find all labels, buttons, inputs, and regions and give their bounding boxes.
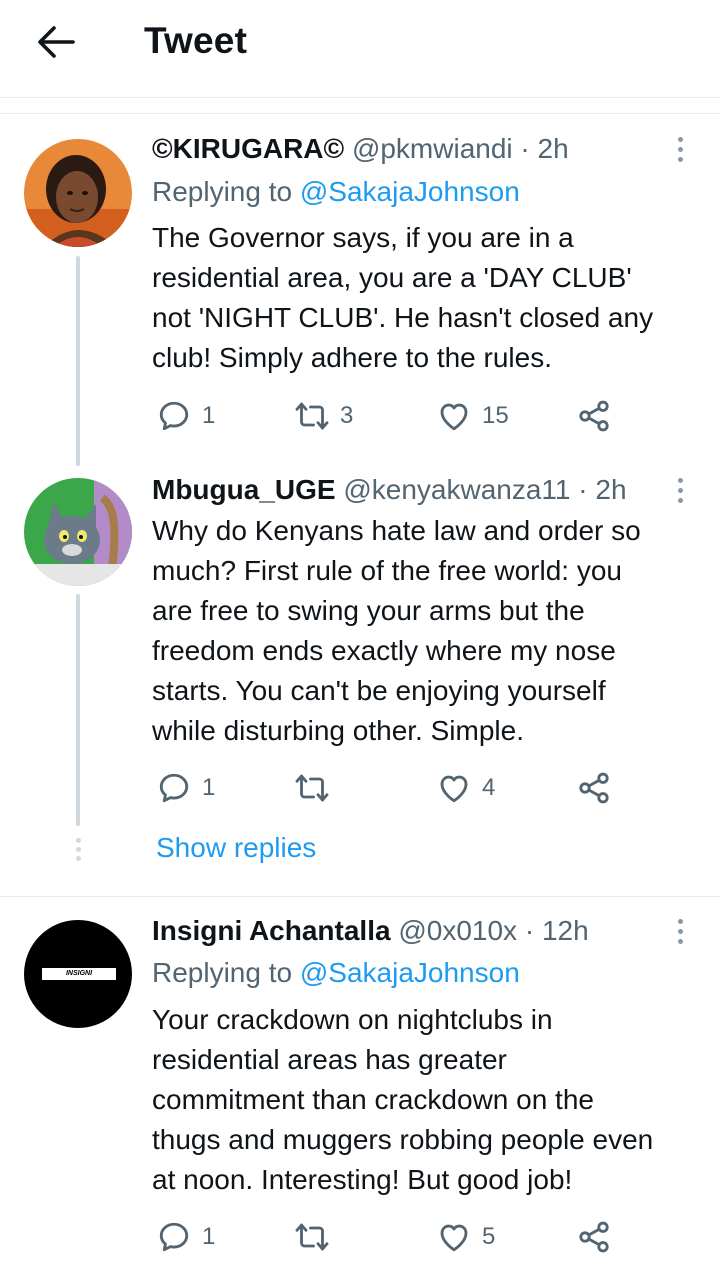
replying-to: Replying to @SakajaJohnson xyxy=(152,956,520,990)
reply-button[interactable]: 1 xyxy=(156,396,215,436)
heart-icon xyxy=(440,775,468,803)
reply-count: 1 xyxy=(202,402,216,429)
username[interactable]: @0x010x xyxy=(398,915,517,946)
more-options-button[interactable] xyxy=(668,914,692,948)
reply-icon xyxy=(159,401,189,431)
reply-icon xyxy=(159,773,189,803)
username[interactable]: @kenyakwanza11 xyxy=(343,474,570,505)
separator: · xyxy=(524,915,535,946)
heart-icon xyxy=(440,1224,468,1252)
timestamp[interactable]: 2h xyxy=(595,474,626,505)
text-line: residential area, you are a 'DAY CLUB' xyxy=(152,262,632,293)
like-count: 5 xyxy=(482,1223,496,1250)
mention-link[interactable]: @SakajaJohnson xyxy=(300,176,520,207)
share-button[interactable] xyxy=(576,1217,612,1257)
retweet-button[interactable]: 3 xyxy=(294,396,353,436)
more-options-button[interactable] xyxy=(668,132,692,166)
tweet-actions: 1 5 xyxy=(152,1217,692,1257)
text-line: Why do Kenyans hate law and order so xyxy=(152,515,641,546)
share-button[interactable] xyxy=(576,768,612,808)
thread-dots xyxy=(75,838,81,861)
more-icon xyxy=(677,918,683,924)
retweet-count: 3 xyxy=(340,402,354,429)
text-line: freedom ends exactly where my nose xyxy=(152,635,616,666)
share-icon xyxy=(579,772,609,804)
text-line: thugs and muggers robbing people even xyxy=(152,1124,654,1155)
text-line: commitment than crackdown on the xyxy=(152,1084,594,1115)
text-line: Your crackdown on nightclubs in xyxy=(152,1004,553,1035)
display-name[interactable]: Insigni Achantalla xyxy=(152,915,391,946)
avatar[interactable]: INSIGNI ACHANTALLA xyxy=(24,920,132,1028)
like-button[interactable]: 4 xyxy=(436,768,495,808)
like-button[interactable]: 5 xyxy=(436,1217,495,1257)
replying-to: Replying to @SakajaJohnson xyxy=(152,175,520,209)
share-button[interactable] xyxy=(576,396,612,436)
separator: · xyxy=(578,474,588,505)
display-name[interactable]: Mbugua_UGE xyxy=(152,474,336,505)
tweet-actions: 1 3 15 xyxy=(152,396,692,436)
like-count: 15 xyxy=(482,402,509,429)
replying-prefix: Replying to xyxy=(152,957,300,988)
text-line: not 'NIGHT CLUB'. He hasn't closed any xyxy=(152,302,654,333)
avatar[interactable] xyxy=(24,478,132,586)
retweet-icon xyxy=(295,774,329,802)
retweet-button[interactable] xyxy=(294,768,340,808)
retweet-icon xyxy=(295,1223,329,1251)
display-name[interactable]: ©KIRUGARA© xyxy=(152,133,344,164)
timestamp[interactable]: 2h xyxy=(538,133,569,164)
username[interactable]: @pkmwiandi xyxy=(352,133,513,164)
text-line: much? First rule of the free world: you xyxy=(152,555,622,586)
tweet-header: Mbugua_UGE @kenyakwanza11 · 2h xyxy=(152,473,627,507)
tweet-header: Insigni Achantalla @0x010x · 12h xyxy=(152,914,589,948)
like-button[interactable]: 15 xyxy=(436,396,509,436)
divider xyxy=(0,113,720,114)
mention-link[interactable]: @SakajaJohnson xyxy=(300,957,520,988)
share-icon xyxy=(579,400,609,432)
divider xyxy=(0,896,720,897)
avatar[interactable] xyxy=(24,139,132,247)
more-icon xyxy=(677,136,683,142)
top-bar: Tweet xyxy=(0,0,720,98)
reply-button[interactable]: 1 xyxy=(156,1217,215,1257)
more-options-button[interactable] xyxy=(668,473,692,507)
separator: · xyxy=(520,133,530,164)
avatar-logo: INSIGNI ACHANTALLA xyxy=(42,968,116,980)
tweet-actions: 1 4 xyxy=(152,768,692,808)
heart-icon xyxy=(440,403,468,431)
more-icon xyxy=(677,477,683,483)
reply-count: 1 xyxy=(202,774,216,801)
text-line: club! Simply adhere to the rules. xyxy=(152,342,552,373)
page-title: Tweet xyxy=(144,20,248,61)
arrow-left-icon xyxy=(38,26,75,58)
text-line: at noon. Interesting! But good job! xyxy=(152,1164,573,1195)
retweet-icon xyxy=(295,402,329,430)
tweet-text: Why do Kenyans hate law and order so muc… xyxy=(152,511,700,751)
timestamp[interactable]: 12h xyxy=(542,915,589,946)
text-line: The Governor says, if you are in a xyxy=(152,222,574,253)
reply-count: 1 xyxy=(202,1223,216,1250)
reply-icon xyxy=(159,1222,189,1252)
reply-button[interactable]: 1 xyxy=(156,768,215,808)
text-line: residential areas has greater xyxy=(152,1044,507,1075)
like-count: 4 xyxy=(482,774,496,801)
tweet-text: The Governor says, if you are in a resid… xyxy=(152,218,700,378)
back-button[interactable] xyxy=(34,22,78,62)
text-line: starts. You can't be enjoying yourself xyxy=(152,675,606,706)
show-replies-link[interactable]: Show replies xyxy=(156,832,316,864)
thread-line xyxy=(76,256,80,466)
text-line: are free to swing your arms but the xyxy=(152,595,585,626)
thread-line xyxy=(76,594,80,826)
tweet-text: Your crackdown on nightclubs in resident… xyxy=(152,1000,700,1200)
replying-prefix: Replying to xyxy=(152,176,300,207)
share-icon xyxy=(579,1221,609,1253)
tweet-header: ©KIRUGARA© @pkmwiandi · 2h xyxy=(152,132,569,166)
retweet-button[interactable] xyxy=(294,1217,340,1257)
text-line: while disturbing other. Simple. xyxy=(152,715,524,746)
